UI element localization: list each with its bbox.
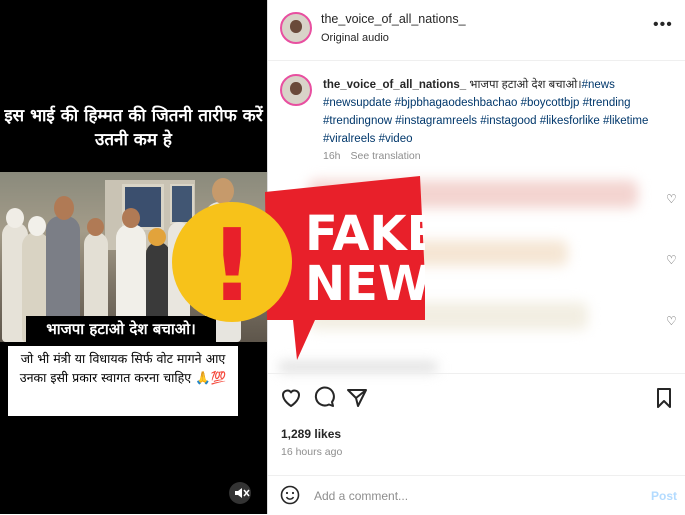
audio-label[interactable]: Original audio xyxy=(321,32,389,44)
caption-text: भाजपा हटाओ देश बचाओ। xyxy=(466,79,582,91)
heart-icon[interactable]: ♡ xyxy=(666,193,678,205)
blurred-comment xyxy=(278,362,438,372)
heart-icon[interactable]: ♡ xyxy=(666,254,678,266)
avatar[interactable] xyxy=(280,12,312,44)
scene-head xyxy=(28,216,46,236)
video-text-box: जो भी मंत्री या विधायक सिर्फ वोट मागने आ… xyxy=(8,346,238,416)
save-bookmark-icon[interactable] xyxy=(652,386,676,410)
scene-head xyxy=(148,228,166,246)
caption-meta: 16h See translation xyxy=(323,150,431,162)
scene-head xyxy=(122,208,140,228)
scene-head xyxy=(87,218,104,236)
blurred-comment xyxy=(308,240,568,266)
blurred-comment xyxy=(308,180,638,208)
caption-username[interactable]: the_voice_of_all_nations_ xyxy=(323,79,466,91)
likes-count[interactable]: 1,289 likes xyxy=(281,427,341,441)
reel-video[interactable]: इस भाई की हिम्मत की जितनी तारीफ करें उतन… xyxy=(0,0,267,514)
blurred-comment xyxy=(308,302,588,330)
heart-icon[interactable]: ♡ xyxy=(666,315,678,327)
video-caption-top: इस भाई की हिम्मत की जितनी तारीफ करें उतन… xyxy=(4,106,263,150)
header-username[interactable]: the_voice_of_all_nations_ xyxy=(321,12,466,26)
scene-window-2 xyxy=(170,184,194,224)
emoji-icon[interactable] xyxy=(280,485,300,505)
post-time: 16 hours ago xyxy=(281,446,343,458)
action-bar xyxy=(268,373,685,418)
comment-bar: Add a comment... Post xyxy=(268,475,685,515)
scene-head xyxy=(212,178,234,204)
scene-head xyxy=(54,196,74,220)
see-translation-link[interactable]: See translation xyxy=(351,150,421,162)
comment-input[interactable]: Add a comment... xyxy=(314,489,408,503)
instagram-post-window: इस भाई की हिम्मत की जितनी तारीफ करें उतन… xyxy=(0,0,685,514)
caption-time: 16h xyxy=(323,150,341,162)
post-header: the_voice_of_all_nations_ Original audio… xyxy=(268,0,685,61)
post-sidebar: the_voice_of_all_nations_ Original audio… xyxy=(267,0,685,514)
more-dots-icon[interactable]: ••• xyxy=(653,16,673,34)
scene-head xyxy=(6,208,24,228)
caption-avatar[interactable] xyxy=(280,74,312,106)
speaker-muted-icon[interactable] xyxy=(229,482,251,504)
share-icon[interactable] xyxy=(345,386,369,410)
like-heart-icon[interactable] xyxy=(279,386,303,410)
post-caption: the_voice_of_all_nations_ भाजपा हटाओ देश… xyxy=(323,76,668,148)
video-banner: भाजपा हटाओ देश बचाओ। xyxy=(26,316,216,343)
comment-icon[interactable] xyxy=(312,386,336,410)
post-comment-button[interactable]: Post xyxy=(651,489,677,503)
